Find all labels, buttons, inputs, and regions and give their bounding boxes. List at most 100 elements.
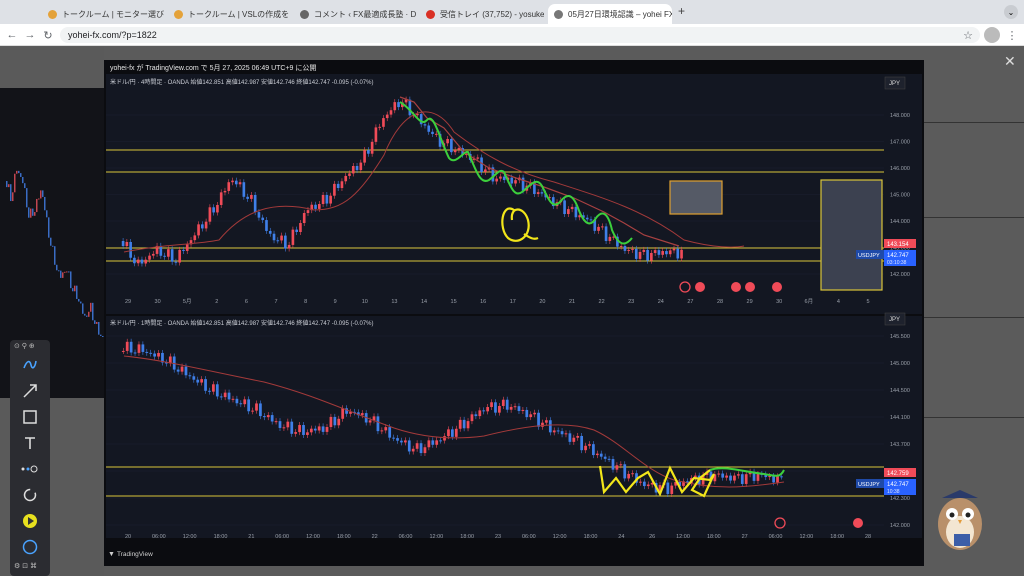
candle [212, 207, 215, 213]
candle [509, 406, 513, 410]
mini-candle [94, 320, 96, 324]
candle [180, 366, 184, 372]
tradingview-brand: TradingView [117, 551, 153, 558]
tab-search-icon[interactable]: ⌄ [1004, 5, 1018, 19]
browser-tab-bar: トークルーム | モニター選びの仕✕ トークルーム | VSLの作成をお任✕ コ… [0, 0, 1024, 24]
profile-avatar[interactable] [984, 27, 1000, 43]
forward-icon[interactable]: → [22, 27, 38, 43]
refresh-icon[interactable] [16, 484, 44, 506]
candle [337, 418, 341, 426]
candle [360, 413, 364, 416]
mini-candle [38, 198, 40, 200]
candle [661, 251, 665, 255]
candle [631, 473, 634, 475]
rectangle-tool-icon[interactable] [16, 406, 44, 428]
candle [604, 226, 608, 241]
play-icon[interactable] [16, 510, 44, 532]
date-tick-label: 22 [372, 534, 378, 540]
us-flag-icon[interactable] [731, 282, 741, 292]
candle [457, 148, 461, 150]
owl-grad-cap [942, 490, 978, 498]
candle [407, 440, 411, 452]
mini-candle [30, 208, 32, 218]
candle [740, 474, 744, 484]
candle [351, 166, 355, 174]
top-zone-box[interactable] [669, 180, 723, 215]
date-tick-label: 21 [248, 534, 254, 540]
us-flag-icon[interactable] [745, 282, 755, 292]
us-flag-icon[interactable] [853, 518, 863, 528]
mini-candle [46, 210, 48, 218]
menu-icon[interactable]: ⋮ [1004, 27, 1020, 43]
bottom-price-tag-blue-text: 142.747 [887, 482, 909, 488]
candle [380, 430, 384, 432]
candle [268, 230, 272, 234]
date-tick-label: 06:00 [399, 534, 413, 540]
candle [423, 447, 427, 454]
mini-candle [36, 198, 38, 213]
candle [510, 177, 514, 184]
candle [266, 415, 270, 418]
tab-monitor[interactable]: トークルーム | モニター選びの仕✕ [42, 4, 164, 24]
url-text: yohei-fx.com/?p=1822 [68, 30, 157, 40]
top-chart-header: 米ドル/円 · 4時間足 · OANDA 始値142.851 高値142.987… [110, 78, 373, 86]
top-future-zone-box[interactable] [820, 179, 883, 291]
candle [261, 217, 265, 221]
candle [185, 244, 189, 251]
candle [772, 476, 775, 483]
tab-vsl[interactable]: トークルーム | VSLの作成をお任✕ [168, 4, 290, 24]
reload-icon[interactable]: ↻ [40, 27, 56, 43]
close-lightbox-icon[interactable]: ✕ [1004, 53, 1016, 70]
candle [306, 432, 309, 435]
candle [290, 421, 294, 434]
back-icon[interactable]: ← [4, 27, 20, 43]
us-flag-icon[interactable] [772, 282, 782, 292]
candle [568, 433, 572, 442]
candle [576, 435, 580, 438]
date-tick-label: 12:00 [676, 534, 690, 540]
candle [642, 249, 646, 252]
bottom-symbol-text: USDJPY [858, 482, 880, 488]
date-tick-label: 24 [618, 534, 624, 540]
tab-active-yohei[interactable]: 05月27日環境認識 – yohei FX [548, 4, 672, 24]
text-tool-icon[interactable] [16, 432, 44, 454]
date-tick-label: 06:00 [769, 534, 783, 540]
new-tab-button[interactable]: + [678, 4, 685, 18]
mini-candle [10, 184, 12, 202]
us-flag-icon[interactable] [695, 282, 705, 292]
candle [623, 464, 627, 479]
top-chart-plot [106, 74, 884, 314]
candle [595, 453, 599, 456]
wave-pen-icon[interactable] [16, 354, 44, 376]
mini-candle [66, 271, 68, 273]
candle [291, 229, 295, 245]
candle [333, 183, 336, 196]
candle [133, 257, 136, 264]
candle [196, 379, 200, 383]
candle [231, 180, 234, 183]
mini-candle [84, 313, 86, 316]
candle [431, 131, 434, 135]
mini-candle [96, 321, 98, 324]
candle [272, 233, 276, 241]
candle [141, 344, 145, 352]
price-tick-label: 144.100 [890, 415, 910, 421]
candle [589, 219, 593, 221]
candle [329, 416, 333, 428]
candle [585, 217, 589, 220]
toolbar-footer-icons: ⚙ ⊡ ⌘ [14, 563, 38, 570]
mini-candle [50, 237, 52, 246]
tab-gmail[interactable]: 受信トレイ (37,752) - yosuke [420, 4, 544, 24]
bookmark-star-icon[interactable]: ☆ [960, 27, 976, 43]
url-field[interactable]: yohei-fx.com/?p=1822 [60, 27, 980, 43]
candle [672, 248, 676, 251]
candle [484, 169, 487, 172]
dots-tool-icon[interactable] [16, 458, 44, 480]
tab-comment[interactable]: コメント ‹ FX最適成長塾 · Dre [294, 4, 416, 24]
candle [502, 176, 506, 181]
spinner-icon[interactable] [16, 536, 44, 558]
mini-candle [76, 285, 78, 299]
candle [393, 102, 397, 111]
candle [588, 444, 591, 446]
arrow-tool-icon[interactable] [16, 380, 44, 402]
